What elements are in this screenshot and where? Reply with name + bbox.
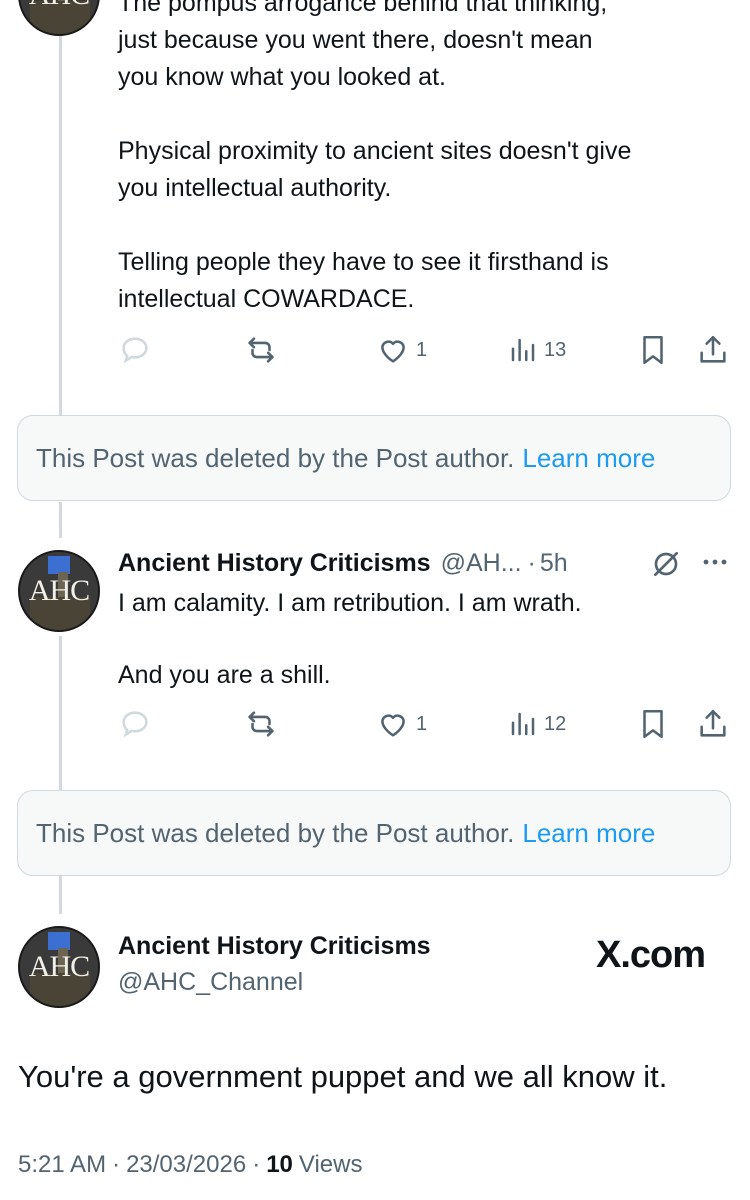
tweet-text-line: you intellectual authority. — [118, 174, 392, 202]
bookmark-icon — [643, 335, 663, 365]
share-icon — [700, 709, 726, 737]
reply-button[interactable] — [118, 330, 152, 370]
deleted-notice-text: This Post was deleted by the Post author… — [36, 442, 515, 473]
tweet-text-line: you know what you looked at. — [118, 63, 446, 91]
bookmark-button[interactable] — [636, 330, 670, 370]
reply-icon — [122, 711, 148, 738]
post-time[interactable]: 5:21 AM — [18, 1151, 106, 1179]
views-button[interactable]: 13 — [508, 330, 566, 370]
bookmark-button[interactable] — [636, 704, 670, 744]
tweet-text-line: Physical proximity to ancient sites does… — [118, 137, 632, 165]
avatar-logo-text: AHC — [28, 950, 90, 983]
views-count: 10 — [266, 1151, 293, 1178]
tweet-text-line: The pompus arrogance behind that thinkin… — [118, 0, 608, 17]
thread-line — [59, 30, 62, 418]
post-date[interactable]: 23/03/2026 — [126, 1151, 246, 1179]
tweet-text-line: I am calamity. I am retribution. I am wr… — [118, 589, 582, 617]
repost-button[interactable] — [244, 704, 278, 744]
separator-dot: · — [252, 1151, 261, 1178]
more-icon — [703, 559, 727, 565]
thread-line — [59, 636, 62, 792]
grok-button[interactable] — [650, 548, 682, 580]
separator-dot: · — [112, 1151, 121, 1178]
more-options-button[interactable] — [698, 552, 732, 572]
repost-icon — [248, 337, 274, 363]
learn-more-link[interactable]: Learn more — [522, 443, 655, 474]
repost-icon — [248, 711, 274, 737]
view-count: 12 — [544, 712, 567, 735]
share-button[interactable] — [696, 704, 730, 744]
learn-more-link[interactable]: Learn more — [522, 818, 655, 849]
view-count: 13 — [544, 338, 567, 361]
author-name[interactable]: Ancient History Criticisms — [118, 549, 431, 578]
deleted-notice-text: This Post was deleted by the Post author… — [36, 817, 515, 848]
heart-icon — [381, 340, 405, 363]
post-time[interactable]: 5h — [540, 549, 568, 578]
avatar[interactable]: AHC — [18, 0, 100, 36]
separator-dot: · — [527, 548, 536, 577]
deleted-post-notice: This Post was deleted by the Post author… — [17, 415, 731, 501]
views-label: Views — [298, 1151, 363, 1178]
thread-line — [59, 502, 62, 538]
avatar-logo-text: AHC — [28, 574, 90, 607]
tweet-meta: 5:21 AM · 23/03/2026 · 10 Views — [18, 1151, 362, 1179]
author-handle[interactable]: @AH... — [441, 549, 522, 578]
tweet-header: Ancient History Criticisms @AH... · 5h — [118, 545, 568, 581]
reply-button[interactable] — [118, 704, 152, 744]
views-button[interactable]: 12 — [508, 704, 566, 744]
author-name[interactable]: Ancient History Criticisms — [118, 932, 431, 961]
analytics-icon — [511, 338, 535, 362]
like-count: 1 — [416, 712, 428, 735]
avatar[interactable]: AHC — [18, 926, 100, 1008]
author-handle[interactable]: @AHC_Channel — [118, 968, 303, 997]
tweet-text-line: intellectual COWARDACE. — [118, 285, 415, 313]
analytics-icon — [511, 712, 535, 736]
reply-icon — [122, 337, 148, 364]
like-button[interactable]: 1 — [376, 704, 427, 744]
deleted-post-notice: This Post was deleted by the Post author… — [17, 790, 731, 876]
tweet-actions: 1 12 — [118, 704, 730, 744]
bookmark-icon — [643, 709, 663, 739]
x-brand-watermark: X.com — [596, 934, 706, 976]
tweet-actions: 1 13 — [118, 330, 730, 370]
avatar-logo-text: AHC — [20, 0, 98, 12]
share-button[interactable] — [696, 330, 730, 370]
share-icon — [700, 335, 726, 363]
thread-line — [59, 876, 62, 914]
main-tweet-text: You're a government puppet and we all kn… — [18, 1059, 668, 1094]
tweet-text-line: And you are a shill. — [118, 661, 331, 689]
tweet-text-line: Telling people they have to see it first… — [118, 248, 609, 276]
grok-icon — [654, 552, 678, 576]
repost-button[interactable] — [244, 330, 278, 370]
avatar[interactable]: AHC — [18, 550, 100, 632]
like-count: 1 — [416, 338, 428, 361]
tweet-text-line: just because you went there, doesn't mea… — [118, 26, 593, 54]
like-button[interactable]: 1 — [376, 330, 427, 370]
heart-icon — [381, 714, 405, 737]
